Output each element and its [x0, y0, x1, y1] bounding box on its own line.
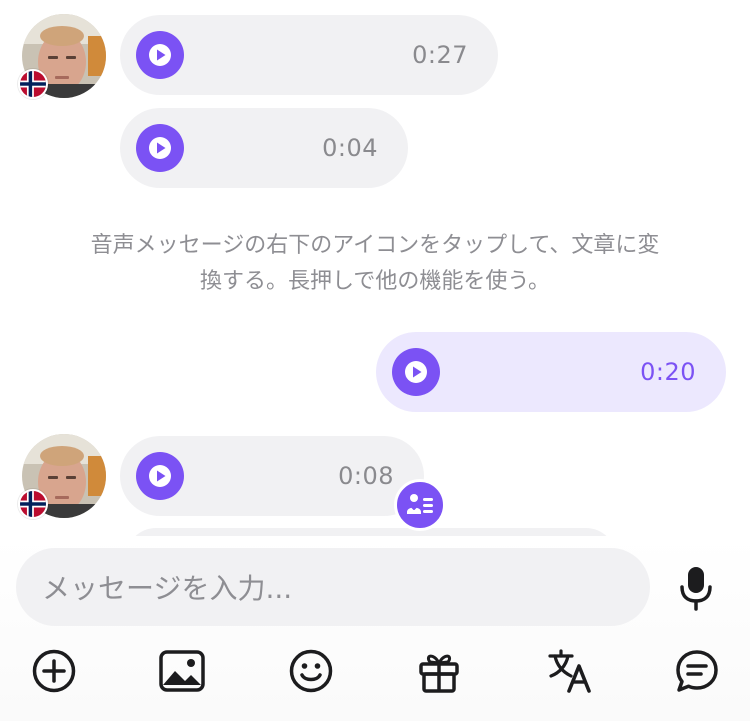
transcribe-icon — [407, 494, 433, 514]
play-icon — [149, 44, 171, 66]
system-note-line: 音声メッセージの右下のアイコンをタップして、文章に変 — [90, 233, 660, 258]
voice-message-bubble[interactable]: 0:08 — [120, 436, 424, 516]
voice-duration: 0:04 — [322, 134, 378, 162]
gift-icon[interactable] — [415, 647, 463, 695]
chat-bubble-icon[interactable] — [673, 647, 721, 695]
system-note-line: 換する。長押しで他の機能を使う。 — [199, 269, 551, 294]
system-note: 音声メッセージの右下のアイコンをタップして、文章に変 換する。長押しで他の機能を… — [40, 228, 710, 300]
message-input[interactable]: メッセージを入力... — [16, 548, 650, 626]
plus-circle-icon[interactable] — [30, 647, 78, 695]
smiley-icon[interactable] — [287, 647, 335, 695]
voice-message-bubble[interactable]: 0:04 — [120, 108, 408, 188]
image-icon[interactable] — [158, 647, 206, 695]
voice-duration: 0:20 — [640, 358, 696, 386]
transcribe-button[interactable] — [394, 479, 446, 531]
norway-flag-icon — [18, 69, 48, 99]
translate-icon[interactable] — [546, 647, 594, 695]
microphone-icon — [680, 567, 712, 611]
voice-message-bubble-outgoing[interactable]: 0:20 — [376, 332, 726, 412]
microphone-button[interactable] — [672, 562, 720, 614]
play-button[interactable] — [136, 124, 184, 172]
play-icon — [405, 361, 427, 383]
play-icon — [149, 137, 171, 159]
play-button[interactable] — [136, 31, 184, 79]
message-input-placeholder: メッセージを入力... — [42, 572, 293, 605]
play-button[interactable] — [392, 348, 440, 396]
play-icon — [149, 465, 171, 487]
voice-duration: 0:27 — [412, 41, 468, 69]
norway-flag-icon — [18, 489, 48, 519]
voice-message-bubble[interactable]: 0:27 — [120, 15, 498, 95]
voice-duration: 0:08 — [338, 462, 394, 490]
play-button[interactable] — [136, 452, 184, 500]
